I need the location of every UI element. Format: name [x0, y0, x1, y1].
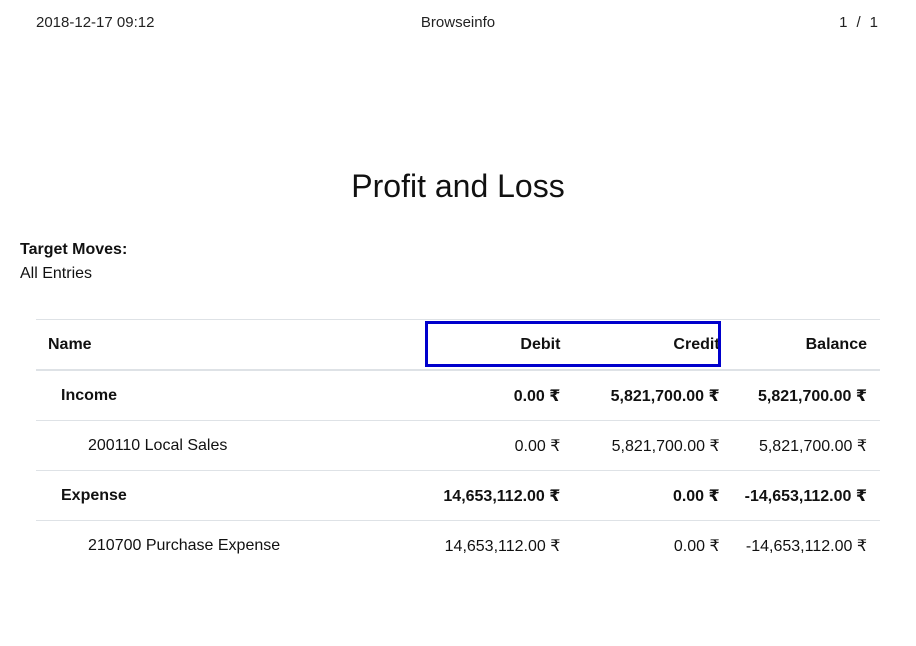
row-balance: 5,821,700.00 ₹: [732, 420, 880, 471]
report-page: 2018-12-17 09:12 Browseinfo 1/1 Profit a…: [0, 0, 916, 646]
row-balance: -14,653,112.00 ₹: [732, 520, 880, 570]
row-debit: 0.00 ₹: [409, 369, 574, 421]
page-current: 1: [839, 14, 848, 31]
profit-loss-table: Name Debit Credit Balance Income 0.00 ₹ …: [36, 319, 880, 570]
row-credit: 0.00 ₹: [573, 520, 733, 570]
table-row-expense: Expense 14,653,112.00 ₹ 0.00 ₹ -14,653,1…: [36, 470, 880, 521]
row-debit: 0.00 ₹: [409, 420, 574, 471]
page-separator: /: [856, 14, 861, 31]
row-credit: 0.00 ₹: [573, 470, 733, 521]
table-header-row: Name Debit Credit Balance: [36, 319, 880, 371]
table-row-income: Income 0.00 ₹ 5,821,700.00 ₹ 5,821,700.0…: [36, 369, 880, 421]
row-balance: 5,821,700.00 ₹: [732, 369, 880, 421]
column-header-balance: Balance: [732, 319, 880, 371]
row-name: 200110 Local Sales: [36, 420, 410, 471]
row-credit: 5,821,700.00 ₹: [573, 420, 733, 471]
row-debit: 14,653,112.00 ₹: [409, 470, 574, 521]
column-header-debit: Debit: [409, 319, 574, 371]
page-total: 1: [869, 14, 878, 31]
table-row-purchase-expense[interactable]: 210700 Purchase Expense 14,653,112.00 ₹ …: [36, 520, 880, 570]
page-counter: 1 / 1: [839, 13, 878, 33]
table-row-local-sales[interactable]: 200110 Local Sales 0.00 ₹ 5,821,700.00 ₹…: [36, 420, 880, 471]
row-debit: 14,653,112.00 ₹: [409, 520, 574, 570]
row-credit: 5,821,700.00 ₹: [573, 369, 733, 421]
row-name: Expense: [36, 470, 410, 521]
target-moves-label: Target Moves:: [20, 241, 128, 258]
page-title: Profit and Loss: [351, 168, 565, 204]
row-name: 210700 Purchase Expense: [36, 520, 410, 570]
target-moves-value: All Entries: [20, 265, 93, 282]
row-name: Income: [36, 369, 410, 421]
column-header-credit: Credit: [573, 319, 733, 371]
row-balance: -14,653,112.00 ₹: [732, 470, 880, 521]
print-site-name: Browseinfo: [420, 14, 496, 31]
column-header-name: Name: [36, 319, 410, 371]
